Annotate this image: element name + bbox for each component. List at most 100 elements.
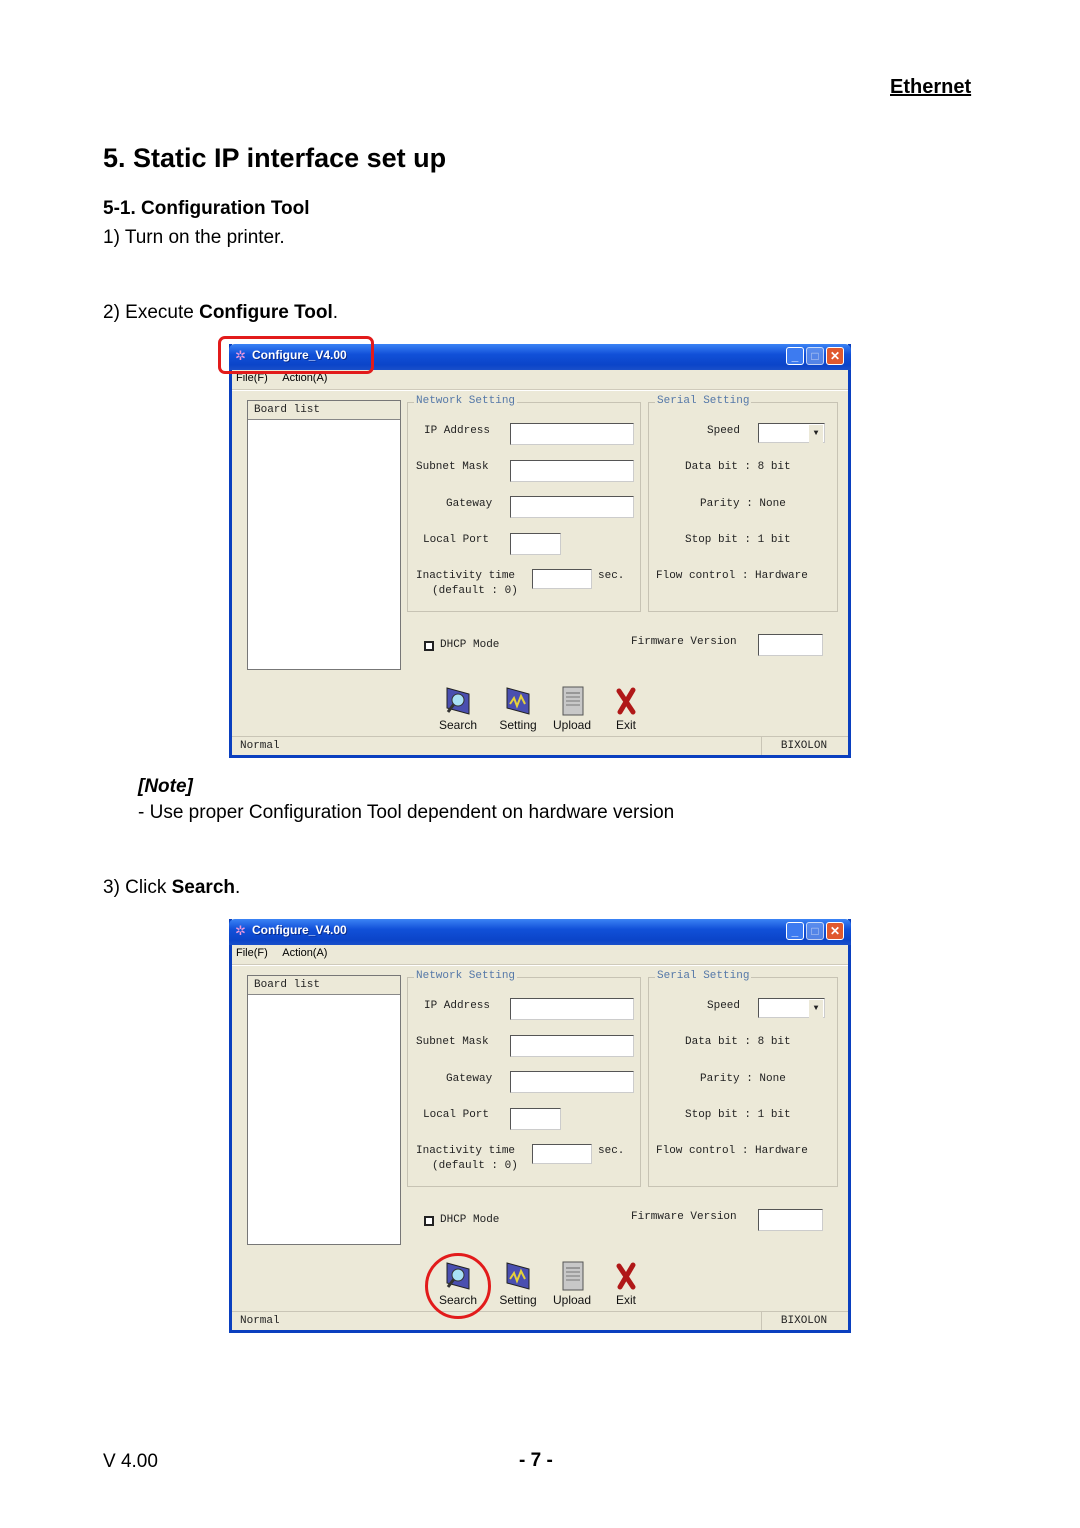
speed-dropdown[interactable]: ▼ xyxy=(758,998,825,1018)
menu-file[interactable]: File(F) xyxy=(236,947,268,959)
step-2-emphasis: Configure Tool xyxy=(199,302,333,323)
chevron-down-icon[interactable]: ▼ xyxy=(809,1000,823,1018)
inactivity-unit: sec. xyxy=(598,1145,625,1157)
step-3-suffix: . xyxy=(235,877,241,898)
page-number: - 7 - xyxy=(519,1450,553,1471)
serial-setting-group: Serial Setting Speed ▼ Data bit : 8 bit … xyxy=(648,970,838,1187)
section-tag: Ethernet xyxy=(890,76,972,98)
menu-bar: File(F) Action(A) xyxy=(236,947,339,959)
maximize-button[interactable]: □ xyxy=(806,347,824,365)
inactivity-default-hint: (default : 0) xyxy=(432,1160,518,1172)
ip-address-label: IP Address xyxy=(424,1000,491,1012)
menu-divider xyxy=(232,389,848,391)
local-port-label: Local Port xyxy=(423,534,490,546)
highlight-search-circle xyxy=(425,1253,491,1319)
subnet-mask-label: Subnet Mask xyxy=(416,1036,489,1048)
setting-button[interactable]: Setting xyxy=(490,1261,546,1307)
setting-button[interactable]: Setting xyxy=(490,686,546,732)
status-bar: Normal BIXOLON xyxy=(232,736,848,756)
footer-version: V 4.00 xyxy=(103,1451,158,1472)
inactivity-time-label: Inactivity time xyxy=(416,1145,516,1157)
data-bit-label: Data bit : 8 bit xyxy=(685,461,791,473)
local-port-input[interactable] xyxy=(510,1108,561,1130)
setting-icon xyxy=(503,1261,533,1291)
upload-label: Upload xyxy=(552,1293,592,1307)
title-bar[interactable]: ✲ Configure_V4.00 _ □ ✕ xyxy=(229,919,851,945)
ip-address-input[interactable] xyxy=(510,998,634,1020)
note-title: [Note] xyxy=(138,776,193,797)
search-button[interactable]: Search xyxy=(430,686,486,732)
step-2-prefix: 2) Execute xyxy=(103,302,200,323)
serial-setting-group: Serial Setting Speed ▼ Data bit : 8 bit … xyxy=(648,395,838,612)
inactivity-default-hint: (default : 0) xyxy=(432,585,518,597)
flow-control-label: Flow control : Hardware xyxy=(656,570,808,582)
app-icon: ✲ xyxy=(235,923,246,938)
gateway-label: Gateway xyxy=(446,1073,493,1085)
search-icon xyxy=(443,686,473,716)
board-list[interactable]: Board list xyxy=(247,975,401,1245)
inactivity-time-label: Inactivity time xyxy=(416,570,516,582)
network-setting-group: Network Setting IP Address Subnet Mask G… xyxy=(407,395,641,612)
inactivity-time-input[interactable] xyxy=(532,1144,592,1164)
upload-icon xyxy=(557,686,587,716)
step-3-emphasis: Search xyxy=(171,877,235,898)
data-bit-label: Data bit : 8 bit xyxy=(685,1036,791,1048)
status-text: Normal xyxy=(240,740,280,752)
exit-icon xyxy=(611,686,641,716)
ip-address-label: IP Address xyxy=(424,425,491,437)
note-text: - Use proper Configuration Tool dependen… xyxy=(138,802,675,823)
inactivity-time-input[interactable] xyxy=(532,569,592,589)
parity-label: Parity : None xyxy=(700,1073,786,1085)
minimize-button[interactable]: _ xyxy=(786,922,804,940)
close-button[interactable]: ✕ xyxy=(826,922,844,940)
serial-setting-title: Serial Setting xyxy=(655,395,752,407)
upload-button[interactable]: Upload xyxy=(544,686,600,732)
page-title: 5. Static IP interface set up xyxy=(103,143,447,173)
status-bar: Normal BIXOLON xyxy=(232,1311,848,1331)
dhcp-mode-checkbox[interactable] xyxy=(424,641,434,651)
flow-control-label: Flow control : Hardware xyxy=(656,1145,808,1157)
inactivity-unit: sec. xyxy=(598,570,625,582)
status-brand: BIXOLON xyxy=(761,1312,846,1330)
close-button[interactable]: ✕ xyxy=(826,347,844,365)
speed-label: Speed xyxy=(707,1000,741,1012)
step-2: 2) Execute Configure Tool. xyxy=(103,302,338,324)
board-list-header: Board list xyxy=(248,401,400,420)
step-3-prefix: 3) Click xyxy=(103,877,172,898)
dhcp-mode-label: DHCP Mode xyxy=(440,639,500,651)
serial-setting-title: Serial Setting xyxy=(655,970,752,982)
subnet-mask-input[interactable] xyxy=(510,460,634,482)
setting-label: Setting xyxy=(499,718,537,732)
step-1: 1) Turn on the printer. xyxy=(103,227,285,248)
maximize-button[interactable]: □ xyxy=(806,922,824,940)
subnet-mask-input[interactable] xyxy=(510,1035,634,1057)
board-list[interactable]: Board list xyxy=(247,400,401,670)
speed-label: Speed xyxy=(707,425,741,437)
speed-dropdown[interactable]: ▼ xyxy=(758,423,825,443)
ip-address-input[interactable] xyxy=(510,423,634,445)
status-text: Normal xyxy=(240,1315,280,1327)
firmware-version-field xyxy=(758,1209,823,1231)
setting-label: Setting xyxy=(499,1293,537,1307)
board-list-header: Board list xyxy=(248,976,400,995)
menu-action[interactable]: Action(A) xyxy=(282,947,327,959)
network-setting-title: Network Setting xyxy=(414,970,518,982)
local-port-input[interactable] xyxy=(510,533,561,555)
exit-button[interactable]: Exit xyxy=(598,1261,654,1307)
upload-button[interactable]: Upload xyxy=(544,1261,600,1307)
gateway-input[interactable] xyxy=(510,496,634,518)
upload-icon xyxy=(557,1261,587,1291)
network-setting-group: Network Setting IP Address Subnet Mask G… xyxy=(407,970,641,1187)
dhcp-mode-label: DHCP Mode xyxy=(440,1214,500,1226)
chevron-down-icon[interactable]: ▼ xyxy=(809,425,823,443)
dhcp-mode-checkbox[interactable] xyxy=(424,1216,434,1226)
firmware-version-field xyxy=(758,634,823,656)
minimize-button[interactable]: _ xyxy=(786,347,804,365)
firmware-version-label: Firmware Version xyxy=(631,636,737,648)
exit-label: Exit xyxy=(615,1293,636,1307)
gateway-input[interactable] xyxy=(510,1071,634,1093)
local-port-label: Local Port xyxy=(423,1109,490,1121)
exit-button[interactable]: Exit xyxy=(598,686,654,732)
window-title: Configure_V4.00 xyxy=(252,923,347,937)
upload-label: Upload xyxy=(552,718,592,732)
